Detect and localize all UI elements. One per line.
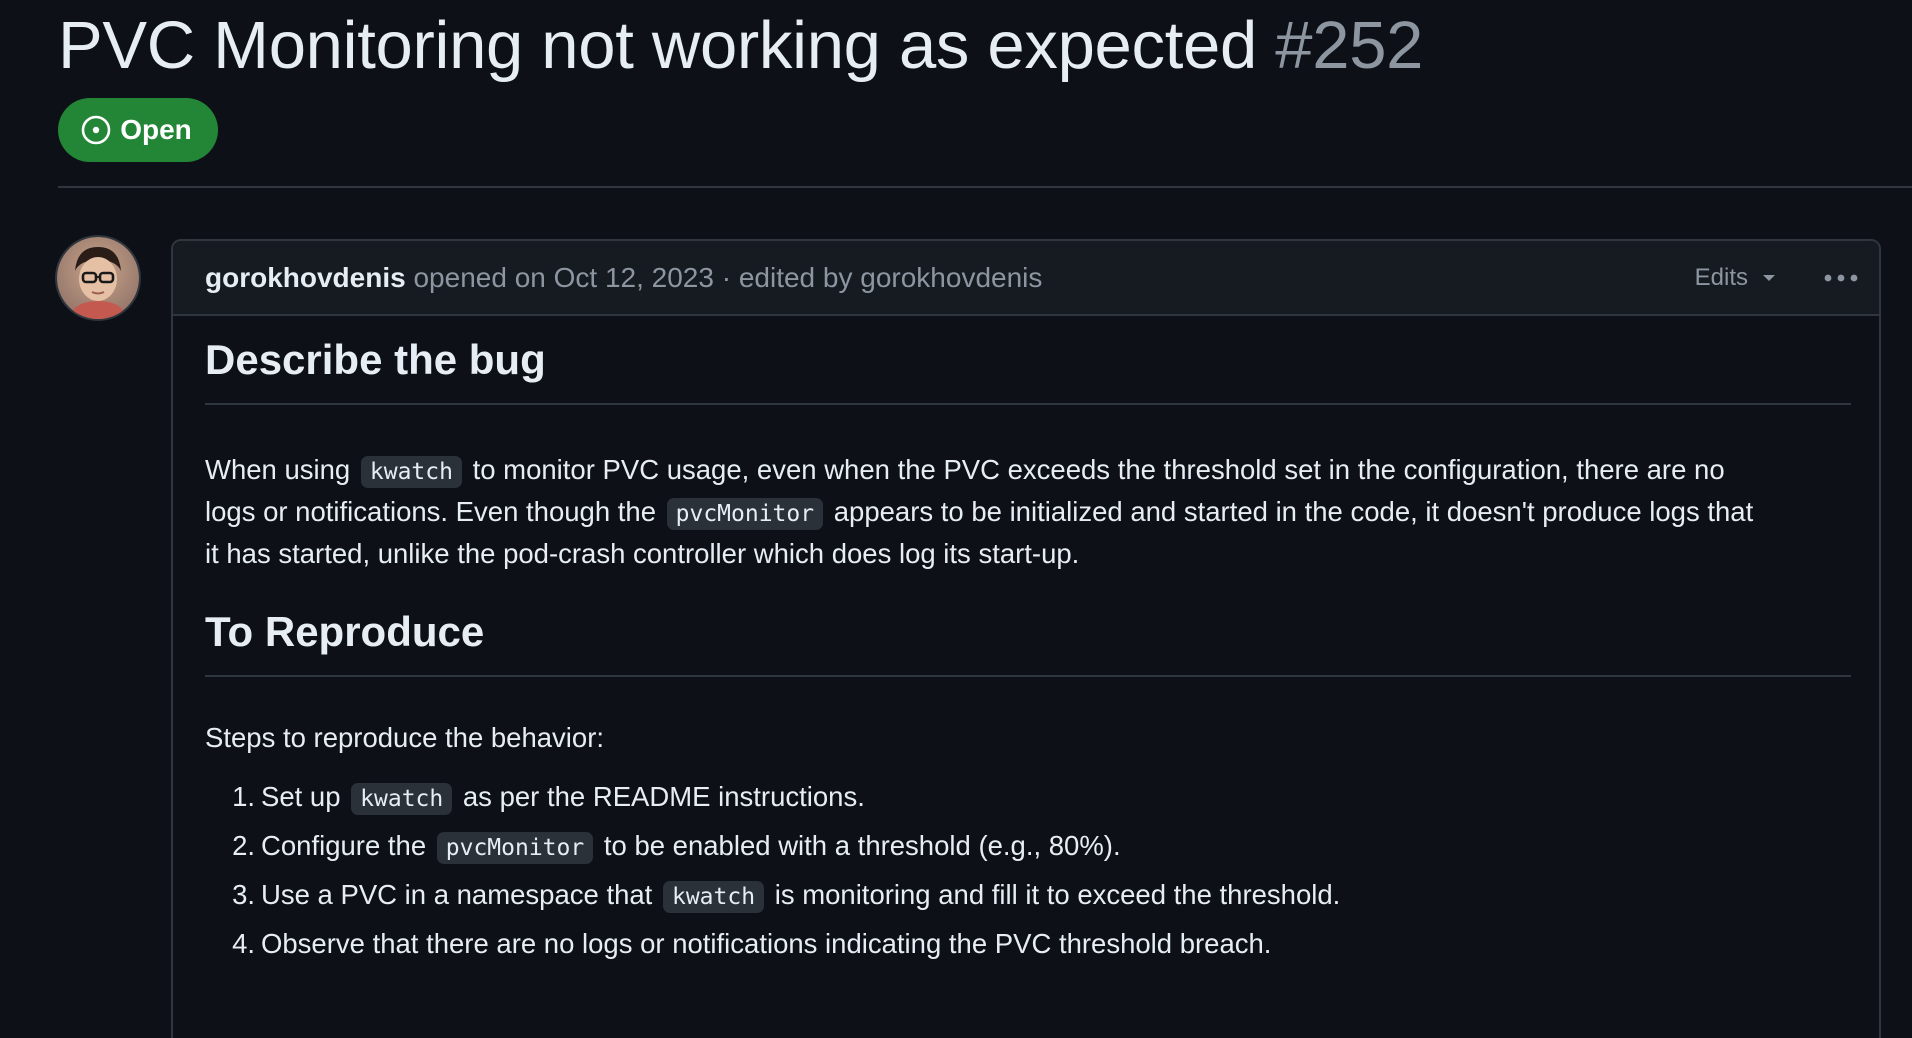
heading-describe-bug: Describe the bug <box>205 336 546 383</box>
inline-code: kwatch <box>662 881 765 913</box>
text-span: to be enabled with a threshold (e.g., 80… <box>603 830 1121 861</box>
caret-down-icon <box>1763 275 1775 281</box>
inline-code: kwatch <box>351 783 453 815</box>
comment-header: gorokhovdenis opened on Oct 12, 2023 · e… <box>173 241 1879 316</box>
steps-intro: Steps to reproduce the behavior: <box>205 722 605 753</box>
list-number: 1. <box>232 781 255 812</box>
inline-code: kwatch <box>360 456 462 488</box>
list-item: 4. Observe that there are no logs or not… <box>205 919 1340 968</box>
kebab-horizontal-icon <box>1824 274 1858 282</box>
comment-author-link[interactable]: gorokhovdenis <box>205 262 406 293</box>
issue-state-label: Open <box>120 114 192 145</box>
edits-label: Edits <box>1694 264 1748 291</box>
list-item: 1. Set up kwatch as per the README instr… <box>205 772 1340 821</box>
comment-opened-text: opened on Oct 12, 2023 · edited by gorok… <box>413 262 1043 293</box>
comment-options-button[interactable] <box>1821 263 1861 293</box>
heading-divider <box>205 403 1851 405</box>
text-span: Observe that there are no logs or notifi… <box>261 928 1272 959</box>
list-number: 4. <box>232 928 255 959</box>
comment-meta: gorokhovdenis opened on Oct 12, 2023 · e… <box>205 260 1042 296</box>
issue-state-badge: Open <box>58 98 218 162</box>
text-span: Set up <box>261 781 341 812</box>
bug-description: When using kwatch to monitor PVC usage, … <box>205 449 1865 575</box>
list-number: 3. <box>232 879 255 910</box>
avatar[interactable] <box>57 237 139 319</box>
list-number: 2. <box>232 830 255 861</box>
text-span: Configure the <box>261 830 427 861</box>
text-span: as per the README instructions. <box>462 781 865 812</box>
text-span: is monitoring and fill it to exceed the … <box>774 879 1341 910</box>
text-span: logs or notifications. Even though the <box>205 496 656 527</box>
issue-page: PVC Monitoring not working as expected #… <box>0 0 1912 1038</box>
list-item: 3. Use a PVC in a namespace that kwatch … <box>205 870 1340 919</box>
issue-title: PVC Monitoring not working as expected #… <box>58 6 1423 86</box>
text-span: to monitor PVC usage, even when the PVC … <box>472 454 1725 485</box>
issue-comment: gorokhovdenis opened on Oct 12, 2023 · e… <box>171 239 1881 1038</box>
text-span: Use a PVC in a namespace that <box>261 879 653 910</box>
heading-to-reproduce: To Reproduce <box>205 608 485 655</box>
heading-divider <box>205 675 1851 677</box>
inline-code: pvcMonitor <box>436 832 594 864</box>
text-span: When using <box>205 454 351 485</box>
text-span: appears to be initialized and started in… <box>833 496 1754 527</box>
text-span: it has started, unlike the pod-crash con… <box>205 538 1080 569</box>
list-item: 2. Configure the pvcMonitor to be enable… <box>205 821 1340 870</box>
header-divider <box>58 186 1912 188</box>
issue-number: #252 <box>1275 8 1424 83</box>
steps-list: 1. Set up kwatch as per the README instr… <box>205 772 1340 968</box>
inline-code: pvcMonitor <box>666 498 824 530</box>
issue-title-text: PVC Monitoring not working as expected <box>58 8 1257 83</box>
edits-dropdown[interactable]: Edits <box>1695 260 1776 296</box>
issue-open-icon <box>81 115 111 145</box>
